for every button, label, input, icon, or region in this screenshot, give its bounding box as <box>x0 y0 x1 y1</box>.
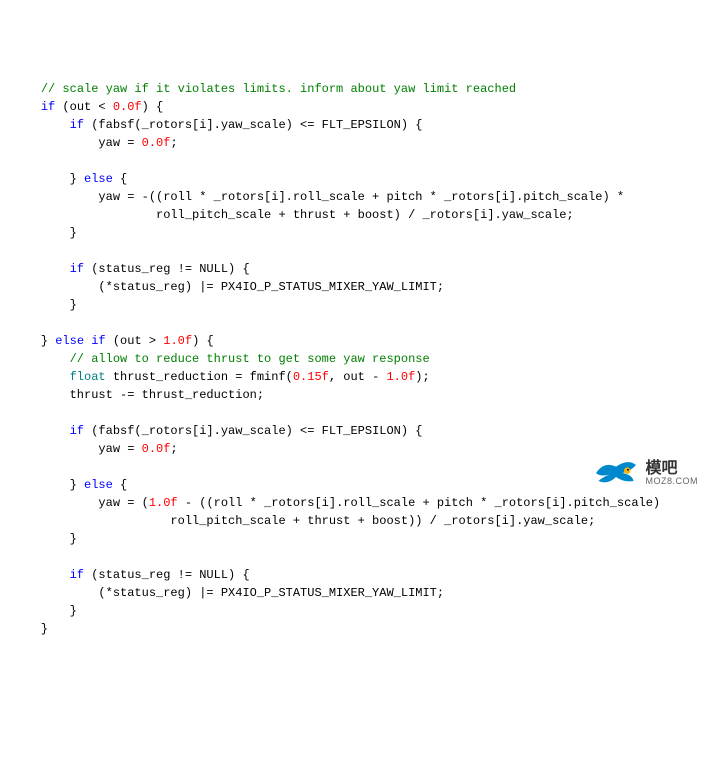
logo-text-url: MOZ8.COM <box>646 477 699 486</box>
logo-text-cn: 模吧 <box>646 461 699 477</box>
watermark-logo: 模吧 MOZ8.COM <box>592 457 699 489</box>
bird-icon <box>592 457 640 489</box>
code-view: // scale yaw if it violates limits. info… <box>12 80 704 638</box>
